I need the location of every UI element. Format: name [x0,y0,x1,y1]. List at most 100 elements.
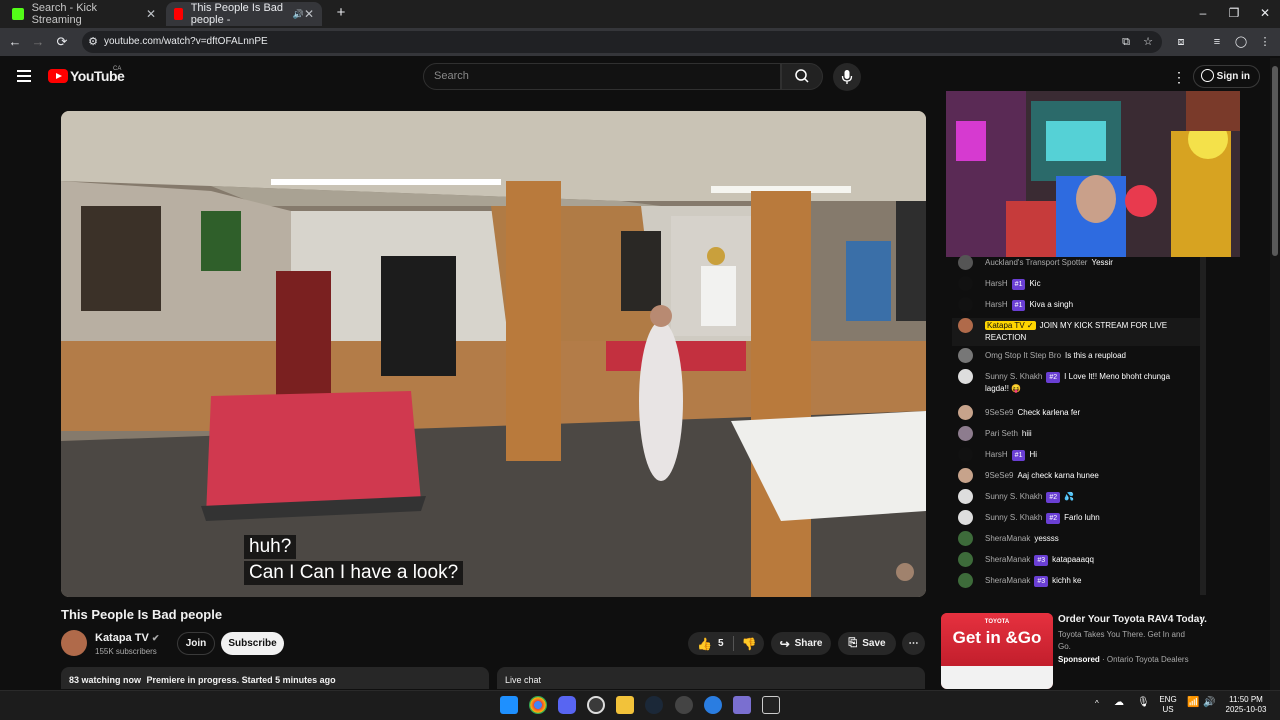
close-window-button[interactable]: ✕ [1250,6,1280,20]
profile-icon[interactable]: ◯ [1234,35,1248,49]
description-box[interactable]: 83 watching now Premiere in progress. St… [61,667,489,689]
chat-avatar[interactable] [958,318,973,333]
chat-author-name[interactable]: HarsH [985,300,1008,309]
chat-message-body: Sunny S. Khakh #2 Farlo luhn [985,512,1195,524]
reload-button[interactable]: ⟳ [54,34,70,50]
volume-icon[interactable]: 🔊 [1203,698,1215,708]
edge-taskbar-icon[interactable] [704,696,722,714]
search-input[interactable] [423,63,781,90]
ad-thumbnail[interactable]: TOYOTA Get in &Go [941,613,1053,689]
mic-tray-icon[interactable]: 🎙 [1137,698,1150,708]
channel-avatar[interactable] [61,630,87,656]
voice-search-button[interactable] [833,63,861,91]
chat-author-name[interactable]: Sunny S. Khakh [985,492,1042,501]
chat-author-name[interactable]: 9SeSe9 [985,471,1013,480]
back-button[interactable]: ← [7,34,23,49]
chat-avatar[interactable] [958,573,973,588]
youtube-logo-icon[interactable] [48,69,68,83]
chat-author-name[interactable]: Katapa TV ✓ [985,321,1036,330]
chat-avatar[interactable] [958,531,973,546]
new-tab-button[interactable]: + [326,4,356,21]
maximize-button[interactable]: ❐ [1219,6,1249,20]
chrome-taskbar-icon[interactable] [529,696,547,714]
search-button[interactable] [781,63,823,90]
chat-author-name[interactable]: Sunny S. Khakh [985,372,1042,381]
minimize-button[interactable]: – [1188,6,1218,20]
app2-taskbar-icon[interactable] [675,696,693,714]
channel-watermark-icon[interactable] [896,563,914,581]
chat-author-name[interactable]: HarsH [985,450,1008,459]
close-icon[interactable]: ✕ [146,7,156,21]
live-chat-header[interactable]: Live chat [497,667,925,689]
install-app-icon[interactable]: ⧉ [1119,35,1133,49]
chat-scrollbar[interactable] [1200,257,1206,595]
extensions-icon[interactable]: ⧈ [1174,35,1188,49]
chat-avatar[interactable] [958,510,973,525]
join-button[interactable]: Join [177,632,215,655]
discord-taskbar-icon[interactable] [558,696,576,714]
channel-name[interactable]: Katapa TV ✔ [95,632,159,644]
chat-author-name[interactable]: Omg Stop It Step Bro [985,351,1061,360]
ad-title[interactable]: Order Your Toyota RAV4 Today. [1058,614,1207,625]
tab-youtube-video[interactable]: This People Is Bad people - 🔊 ✕ [166,2,322,26]
like-icon[interactable]: 👍 [697,637,712,651]
chat-avatar[interactable] [958,297,973,312]
language-indicator[interactable]: ENG US [1156,695,1180,715]
forward-button[interactable]: → [30,34,46,49]
media-control-icon[interactable]: ≡ [1210,35,1224,49]
chat-avatar[interactable] [958,348,973,363]
start-menu-icon[interactable] [500,696,518,714]
chat-avatar[interactable] [958,405,973,420]
clock[interactable]: 11:50 PM 2025-10-03 [1222,695,1270,715]
chat-message-body: SheraManak yessss [985,533,1195,545]
chat-message[interactable]: Katapa TV ✓ JOIN MY KICK STREAM FOR LIVE … [952,318,1202,346]
tray-overflow-icon[interactable]: ^ [1095,699,1099,709]
chat-author-name[interactable]: 9SeSe9 [985,408,1013,417]
chat-author-name[interactable]: SheraManak [985,555,1030,564]
dislike-icon[interactable]: 👎 [742,637,757,651]
chat-author-name[interactable]: HarsH [985,279,1008,288]
chat-avatar[interactable] [958,426,973,441]
gamepad-taskbar-icon[interactable] [733,696,751,714]
chat-avatar[interactable] [958,369,973,384]
tab-title: Search - Kick Streaming [31,2,97,26]
app3-taskbar-icon[interactable] [762,696,780,714]
chat-avatar[interactable] [958,552,973,567]
settings-kebab-icon[interactable]: ⋮ [1172,69,1186,86]
chat-avatar[interactable] [958,276,973,291]
steam-taskbar-icon[interactable] [645,696,663,714]
save-button[interactable]: ⎘ Save [838,632,896,655]
chat-author-name[interactable]: Sunny S. Khakh [985,513,1042,522]
file-explorer-icon[interactable] [616,696,634,714]
chat-message-body: HarsH #1 Hi [985,449,1195,461]
chat-avatar[interactable] [958,255,973,270]
site-info-icon[interactable]: ⚙ [86,35,100,49]
caption-line-1: huh? [244,535,297,559]
browser-menu-icon[interactable]: ⋮ [1258,35,1272,49]
chat-author-name[interactable]: Pari Seth [985,429,1018,438]
tab-kick-search[interactable]: Search - Kick Streaming ✕ [4,2,164,26]
chat-avatar[interactable] [958,489,973,504]
chat-author-name[interactable]: Auckland's Transport Spotter [985,258,1087,267]
chat-avatar[interactable] [958,447,973,462]
scrollbar-thumb[interactable] [1272,66,1278,256]
speaker-icon[interactable]: 🔊 [293,9,304,20]
cloud-icon[interactable]: ☁ [1114,698,1124,708]
clock-time: 11:50 PM [1229,695,1263,704]
video-player[interactable]: huh? Can I Can I have a look? [61,111,926,597]
chat-author-name[interactable]: SheraManak [985,534,1030,543]
bookmark-star-icon[interactable]: ☆ [1141,35,1155,49]
app-taskbar-icon[interactable] [587,696,605,714]
divider [732,636,734,651]
subscribe-button[interactable]: Subscribe [221,632,284,655]
chat-avatar[interactable] [958,468,973,483]
hamburger-menu-icon[interactable] [17,70,31,85]
close-icon[interactable]: ✕ [304,7,314,21]
page-scrollbar[interactable] [1270,58,1280,690]
chat-author-name[interactable]: SheraManak [985,576,1030,585]
more-actions-icon[interactable]: ⋯ [902,632,925,655]
ad-menu-icon[interactable]: ⋮ [1196,615,1207,628]
share-button[interactable]: ↪ Share [771,632,831,655]
wifi-icon[interactable]: 📶 [1187,698,1199,708]
chat-messages[interactable]: Auckland's Transport Spotter Yessir HarsH #… [952,255,1202,595]
